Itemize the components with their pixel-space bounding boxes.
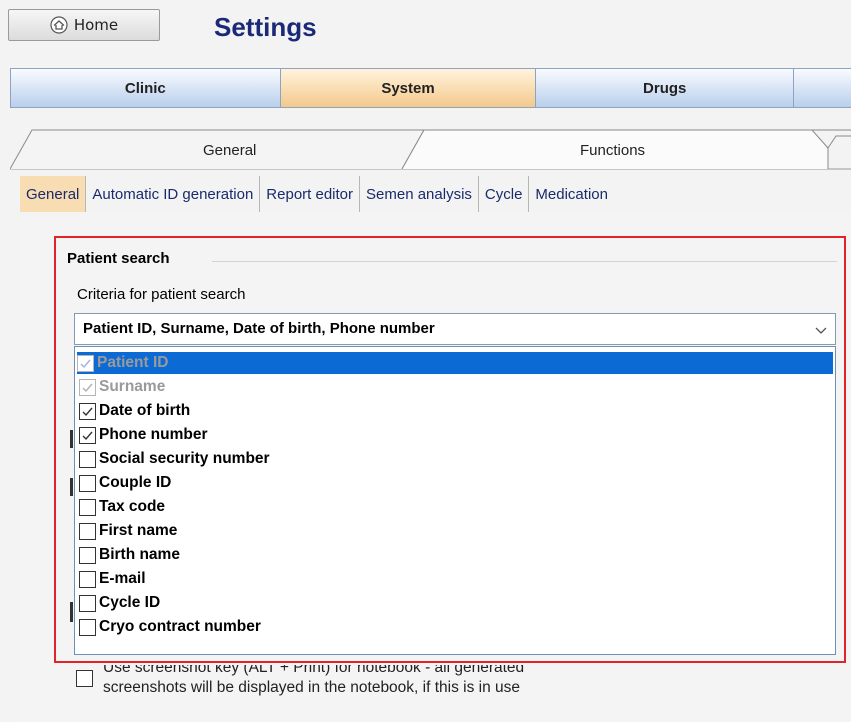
- home-button[interactable]: Home: [8, 9, 160, 41]
- tab-clinic[interactable]: Clinic: [11, 69, 281, 107]
- notebook-screenshot-label: Use screenshot key (ALT + Print) for not…: [103, 658, 663, 698]
- sub-tab-bar: General Functions: [10, 126, 851, 170]
- tab-functions[interactable]: Functions: [580, 142, 645, 159]
- notebook-label-line1: Use screenshot key (ALT + Print) for not…: [103, 659, 525, 676]
- tab-system[interactable]: System: [280, 69, 537, 107]
- tab-drugs[interactable]: Drugs: [536, 69, 795, 107]
- sub-tab-shapes: [10, 129, 851, 170]
- tab-cycle[interactable]: Cycle: [479, 176, 530, 212]
- notebook-label-line2: screenshots will be displayed in the not…: [103, 679, 521, 696]
- highlight-annotation: [54, 236, 846, 663]
- home-icon: [50, 16, 68, 34]
- tab-report-editor[interactable]: Report editor: [260, 176, 361, 212]
- tab-semen-analysis[interactable]: Semen analysis: [360, 176, 479, 212]
- tab-automatic-id-generation[interactable]: Automatic ID generation: [86, 176, 261, 212]
- tab-general-functions[interactable]: General: [20, 176, 87, 212]
- home-button-label: Home: [73, 16, 119, 34]
- function-tab-bar: General Automatic ID generation Report e…: [20, 176, 614, 212]
- tab-medication[interactable]: Medication: [529, 176, 614, 212]
- tab-general[interactable]: General: [203, 142, 256, 159]
- tab-overflow[interactable]: [794, 69, 851, 107]
- main-tab-bar: Clinic System Drugs: [10, 68, 851, 108]
- notebook-screenshot-checkbox[interactable]: [76, 670, 93, 687]
- page-title: Settings: [214, 12, 317, 42]
